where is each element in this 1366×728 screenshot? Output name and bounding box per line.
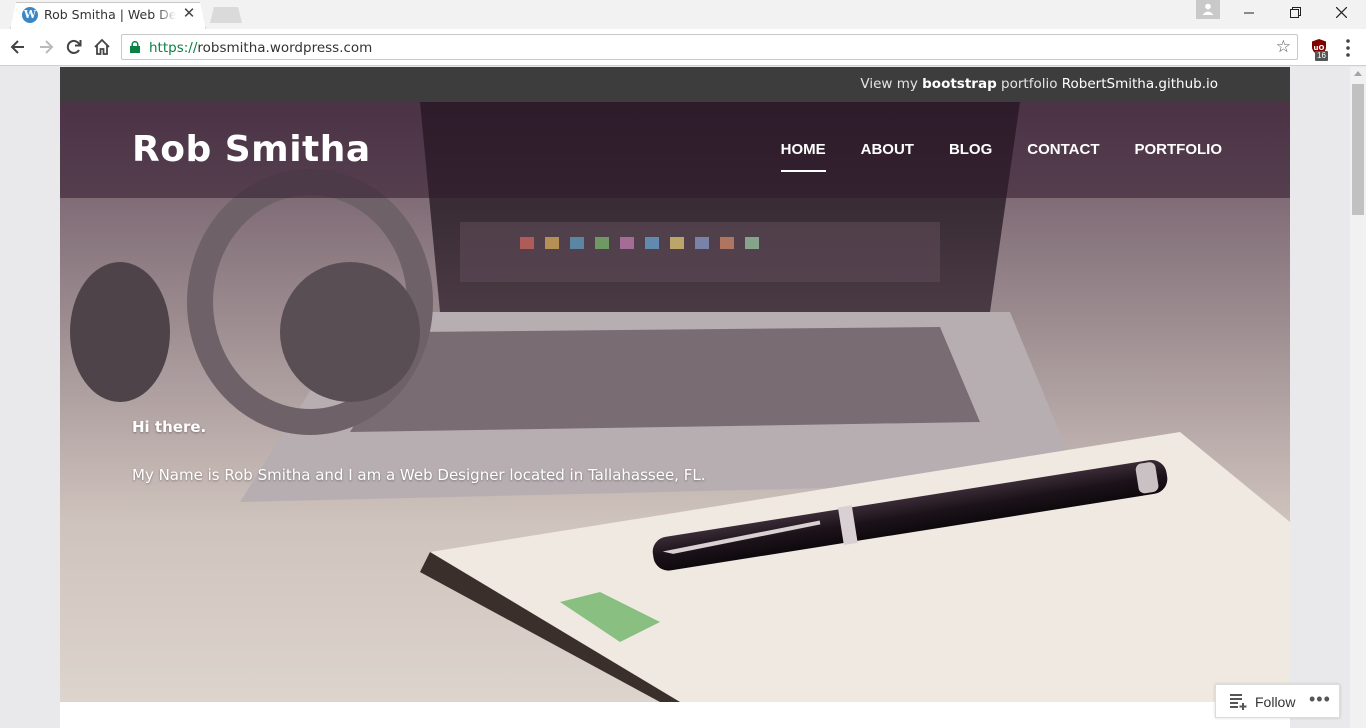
main-navigation: HOME ABOUT BLOG CONTACT PORTFOLIO — [780, 141, 1223, 172]
restore-button[interactable] — [1272, 0, 1318, 28]
scroll-up-arrow-icon[interactable] — [1354, 71, 1362, 76]
close-window-button[interactable] — [1318, 0, 1364, 28]
hero-section: Rob Smitha HOME ABOUT BLOG CONTACT PORTF… — [60, 102, 1290, 702]
hero-greeting: Hi there. — [132, 418, 207, 436]
browser-toolbar: https://robsmitha.wordpress.com ☆ uO 16 — [0, 29, 1366, 66]
top-announcement-bar: View my bootstrap portfolio RobertSmitha… — [60, 67, 1290, 102]
tab-close-icon[interactable]: ✕ — [181, 6, 197, 22]
hero-intro-text: My Name is Rob Smitha and I am a Web Des… — [132, 466, 706, 484]
person-icon — [1202, 3, 1214, 15]
minimize-button[interactable] — [1226, 0, 1272, 28]
restore-icon — [1289, 7, 1301, 18]
page-viewport: View my bootstrap portfolio RobertSmitha… — [0, 67, 1350, 728]
reload-icon[interactable] — [64, 37, 84, 57]
topbar-middle: portfolio — [996, 76, 1062, 92]
nav-contact[interactable]: CONTACT — [1027, 141, 1099, 172]
browser-menu-icon[interactable] — [1342, 37, 1354, 59]
profile-button[interactable] — [1196, 0, 1220, 19]
url-host: robsmitha.wordpress.com — [197, 40, 373, 56]
bookmark-star-icon[interactable]: ☆ — [1276, 37, 1291, 57]
url-text[interactable]: https://robsmitha.wordpress.com — [149, 40, 372, 56]
scrollbar-thumb[interactable] — [1352, 84, 1364, 215]
page-content-area — [60, 702, 1290, 728]
more-options-icon[interactable]: ••• — [1309, 689, 1331, 710]
reader-follow-icon — [1230, 694, 1247, 710]
close-icon — [1335, 6, 1347, 19]
back-arrow-icon[interactable] — [8, 37, 28, 57]
address-bar[interactable]: https://robsmitha.wordpress.com ☆ — [121, 34, 1298, 60]
follow-label: Follow — [1255, 694, 1296, 710]
extension-badge: 16 — [1315, 51, 1328, 61]
topbar-bold: bootstrap — [922, 76, 997, 92]
home-icon[interactable] — [92, 37, 112, 57]
portfolio-link[interactable]: RobertSmitha.github.io — [1062, 76, 1218, 92]
nav-home[interactable]: HOME — [780, 141, 826, 172]
follow-button[interactable]: Follow ••• — [1215, 684, 1340, 718]
forward-arrow-icon[interactable] — [36, 37, 56, 57]
wordpress-favicon-icon: W — [22, 7, 38, 23]
url-scheme: https:// — [149, 40, 198, 56]
nav-blog[interactable]: BLOG — [949, 141, 992, 172]
lock-icon — [130, 41, 140, 53]
vertical-scrollbar[interactable] — [1350, 67, 1366, 728]
nav-portfolio[interactable]: PORTFOLIO — [1135, 141, 1223, 172]
tab-title[interactable]: Rob Smitha | Web Designer — [44, 7, 176, 23]
minimize-icon — [1244, 12, 1254, 14]
site-container: View my bootstrap portfolio RobertSmitha… — [60, 67, 1290, 728]
nav-about[interactable]: ABOUT — [861, 141, 914, 172]
site-title[interactable]: Rob Smitha — [132, 129, 371, 170]
new-tab-button[interactable] — [210, 7, 242, 23]
topbar-prefix: View my — [860, 76, 923, 92]
browser-title-bar: W Rob Smitha | Web Designer ✕ — [0, 0, 1366, 30]
